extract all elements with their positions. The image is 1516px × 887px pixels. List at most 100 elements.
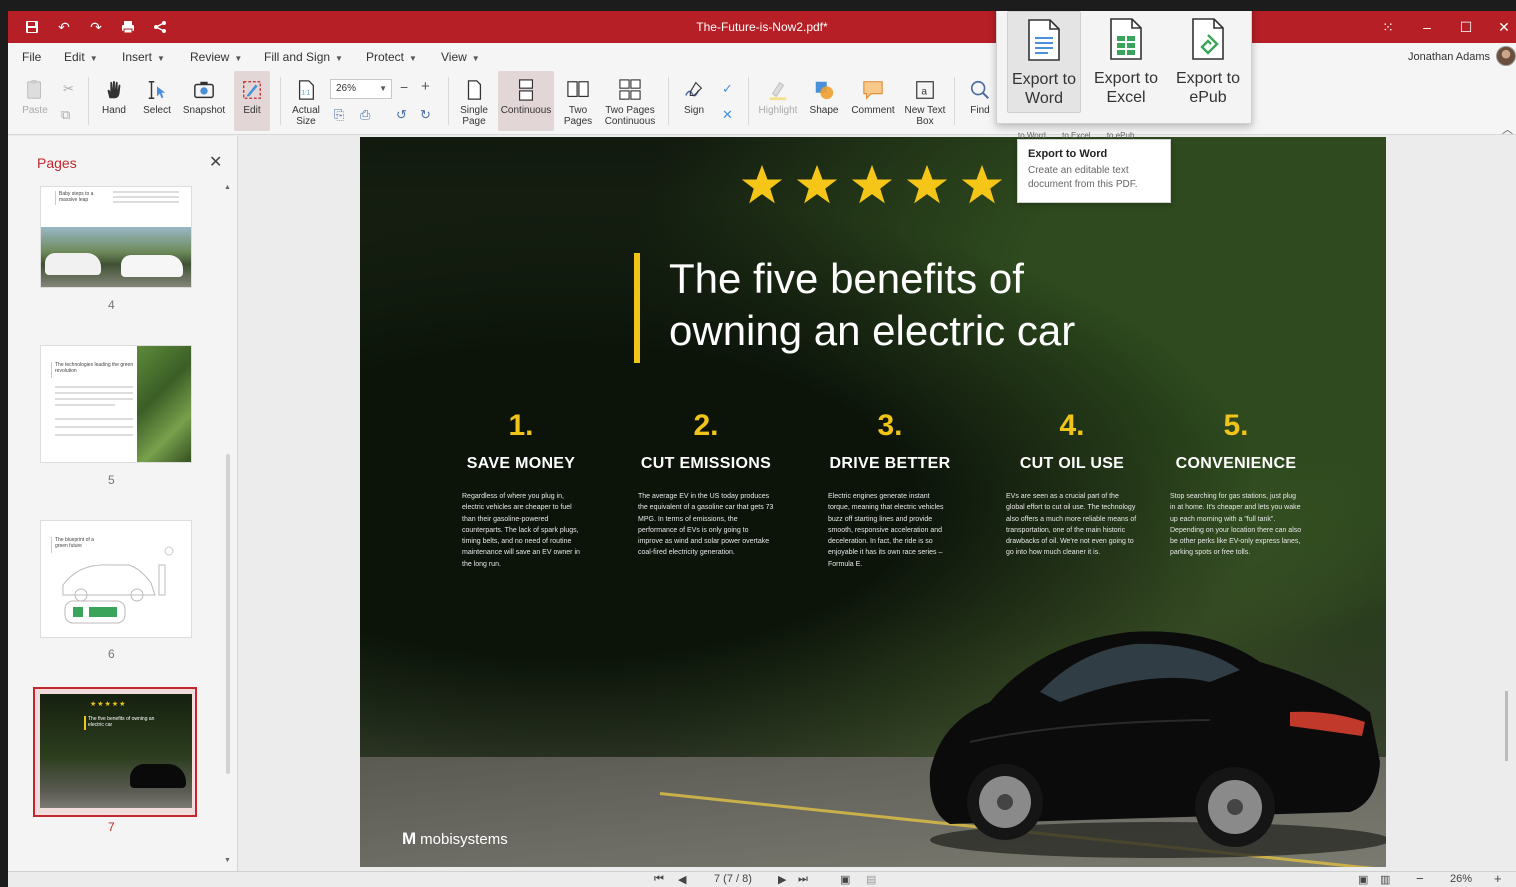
menu-protect[interactable]: Protect ▼ (366, 50, 417, 64)
next-page-icon[interactable]: ▶ (778, 873, 786, 886)
document-scrollbar[interactable] (1502, 151, 1510, 851)
zoom-in-status-icon[interactable]: + (1494, 871, 1502, 886)
highlight-button[interactable]: Highlight (756, 71, 800, 131)
paste-button[interactable]: Paste (18, 71, 52, 131)
star-icon (906, 164, 948, 204)
layout-icon[interactable]: ⁙ (1376, 17, 1400, 37)
avatar[interactable] (1496, 46, 1516, 66)
new-text-box-button[interactable]: a New Text Box (904, 71, 946, 131)
rotate-right-icon[interactable]: ↻ (420, 107, 431, 123)
page-thumbnail-7[interactable]: ★★★★★ The five benefits of owning an ele… (40, 694, 192, 808)
shape-button[interactable]: Shape (806, 71, 842, 131)
fit-width-icon[interactable]: ⎘ (334, 107, 344, 123)
menu-edit[interactable]: Edit ▼ (64, 50, 98, 64)
user-name[interactable]: Jonathan Adams (1408, 51, 1490, 63)
actual-size-button[interactable]: 1:1 Actual Size (288, 71, 324, 131)
collapse-ribbon-icon[interactable]: ︿ (1502, 121, 1513, 137)
panel-scrollbar[interactable]: ▲ ▼ (224, 184, 232, 864)
star-icon (851, 164, 893, 204)
single-page-button[interactable]: Single Page (456, 71, 492, 131)
tooltip-text: Create an editable text document from th… (1028, 165, 1138, 190)
word-document-icon (1028, 19, 1060, 61)
benefit-column: 2. CUT EMISSIONS The average EV in the U… (638, 409, 774, 559)
svg-text:1:1: 1:1 (301, 90, 310, 97)
headline-accent-bar (634, 253, 640, 363)
sign-icon (685, 81, 703, 97)
find-button[interactable]: Find (962, 71, 998, 131)
headline-line-1: The five benefits of (669, 255, 1024, 302)
benefit-number: 4. (1059, 409, 1085, 442)
page-view-icon[interactable]: ▣ (840, 873, 850, 886)
reading-mode-icon[interactable]: ▥ (1380, 873, 1390, 886)
edit-button[interactable]: Edit (234, 71, 270, 131)
export-to-word-button[interactable]: Export to Word (1007, 11, 1081, 113)
thumbnail-caption: Baby steps to a massive leap (59, 191, 94, 203)
benefit-title: DRIVE BETTER (829, 455, 951, 472)
two-pages-continuous-icon (619, 79, 641, 100)
scrollbar-thumb[interactable] (226, 454, 230, 774)
zoom-combobox[interactable]: 26% ▼ (330, 79, 392, 99)
edit-icon (243, 81, 261, 99)
hand-tool-button[interactable]: Hand (96, 71, 132, 131)
export-to-excel-button[interactable]: Export to Excel (1089, 11, 1163, 113)
page-layout-icon[interactable]: ▤ (866, 873, 876, 886)
zoom-out-icon[interactable]: − (400, 79, 408, 95)
document-viewport[interactable]: The five benefits of owning an electric … (239, 136, 1516, 871)
scroll-down-icon[interactable]: ▼ (224, 857, 231, 864)
benefit-body: The average EV in the US today produces … (638, 493, 774, 557)
benefit-body: Electric engines generate instant torque… (828, 493, 944, 568)
text-select-icon (148, 81, 166, 99)
shape-icon (815, 81, 834, 100)
page-thumbnail-4[interactable]: Baby steps to a massive leap (40, 186, 192, 288)
paste-icon (27, 79, 41, 99)
scroll-up-icon[interactable]: ▲ (224, 184, 231, 191)
panel-title: Pages (37, 155, 77, 171)
menu-file[interactable]: File (22, 50, 41, 64)
pages-panel: Pages ✕ ▲ ▼ Baby steps to a massive leap… (8, 136, 238, 871)
two-pages-continuous-button[interactable]: Two Pages Continuous (602, 71, 658, 131)
highlighter-icon (769, 82, 787, 101)
benefit-title: CUT OIL USE (1019, 455, 1125, 472)
fit-page-status-icon[interactable]: ▣ (1358, 873, 1368, 886)
close-button[interactable]: ✕ (1492, 17, 1516, 37)
sign-button[interactable]: Sign (676, 71, 712, 131)
copy-icon[interactable]: ⧉ (61, 107, 70, 123)
menu-fill-and-sign[interactable]: Fill and Sign ▼ (264, 50, 343, 64)
fit-page-icon[interactable]: ⎙ (360, 107, 370, 123)
check-icon[interactable]: ✓ (722, 81, 733, 97)
benefit-number: 2. (693, 409, 719, 442)
export-to-epub-button[interactable]: Export to ePub (1171, 11, 1245, 113)
scrollbar-thumb[interactable] (1505, 691, 1508, 761)
close-panel-icon[interactable]: ✕ (209, 152, 222, 172)
minimize-button[interactable]: – (1415, 17, 1439, 37)
car-blueprint-icon (62, 546, 174, 624)
page-number: 4 (108, 298, 115, 312)
page-number: 7 (108, 820, 115, 834)
last-page-icon[interactable]: ⏭ (798, 873, 808, 886)
continuous-button[interactable]: Continuous (498, 71, 554, 131)
zoom-level[interactable]: 26% (1450, 873, 1472, 885)
snapshot-button[interactable]: Snapshot (180, 71, 228, 131)
separator (280, 77, 281, 125)
select-tool-button[interactable]: Select (140, 71, 174, 131)
previous-page-icon[interactable]: ◀ (678, 873, 686, 886)
page-indicator[interactable]: 7 (7 / 8) (714, 873, 752, 885)
page-thumbnail-5[interactable]: The technologies leading the green revol… (40, 345, 192, 463)
menu-insert[interactable]: Insert ▼ (122, 50, 165, 64)
zoom-out-status-icon[interactable]: − (1416, 871, 1424, 886)
menu-review[interactable]: Review ▼ (190, 50, 242, 64)
search-icon (970, 80, 989, 99)
rotate-left-icon[interactable]: ↺ (396, 107, 407, 123)
two-pages-button[interactable]: Two Pages (560, 71, 596, 131)
benefit-column: 1. SAVE MONEY Regardless of where you pl… (462, 409, 580, 570)
zoom-in-icon[interactable]: + (421, 78, 430, 95)
menu-view[interactable]: View ▼ (441, 50, 480, 64)
first-page-icon[interactable]: ⏮ (654, 873, 664, 886)
cut-icon[interactable]: ✂ (63, 81, 74, 97)
excel-document-icon (1110, 18, 1142, 60)
comment-button[interactable]: Comment (848, 71, 898, 131)
tooltip-title: Export to Word (1028, 148, 1108, 160)
cross-icon[interactable]: ✕ (722, 107, 733, 123)
page-thumbnail-6[interactable]: The blueprint of a green future (40, 520, 192, 638)
maximize-button[interactable]: ☐ (1454, 17, 1478, 37)
